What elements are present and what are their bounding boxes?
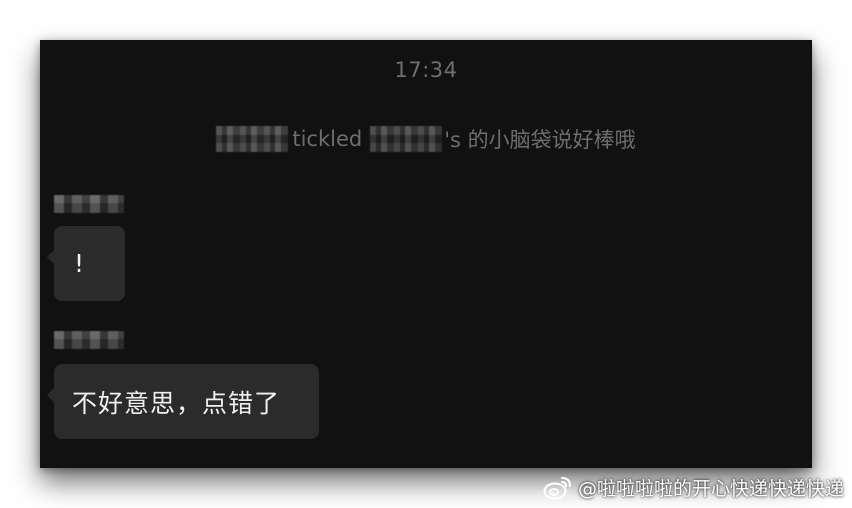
message-text: !: [74, 249, 85, 278]
redacted-sender-name: [54, 331, 124, 349]
message-bubble[interactable]: 不好意思，点错了: [47, 364, 319, 439]
weibo-watermark: @啦啦啦啦的开心快递快递快递: [543, 474, 844, 501]
message-timestamp: 17:34: [394, 58, 458, 82]
message-bubble[interactable]: !: [47, 226, 125, 301]
weibo-icon: [543, 476, 571, 499]
screenshot-canvas: 17:34 tickled 's 的小脑袋说好棒哦 ! 不好意思，点错了 @啦啦…: [0, 0, 852, 508]
tickle-system-message: tickled 's 的小脑袋说好棒哦: [40, 124, 812, 154]
redacted-username-1: [216, 126, 289, 152]
redacted-username-2: [370, 126, 443, 152]
redacted-sender-name: [54, 195, 124, 213]
chat-window: 17:34 tickled 's 的小脑袋说好棒哦 ! 不好意思，点错了: [40, 40, 812, 468]
message-text: 不好意思，点错了: [72, 388, 281, 418]
tickle-verb: tickled: [292, 127, 363, 151]
watermark-text: @啦啦啦啦的开心快递快递快递: [577, 478, 844, 500]
tickle-suffix: 's 的小脑袋说好棒哦: [444, 128, 636, 152]
